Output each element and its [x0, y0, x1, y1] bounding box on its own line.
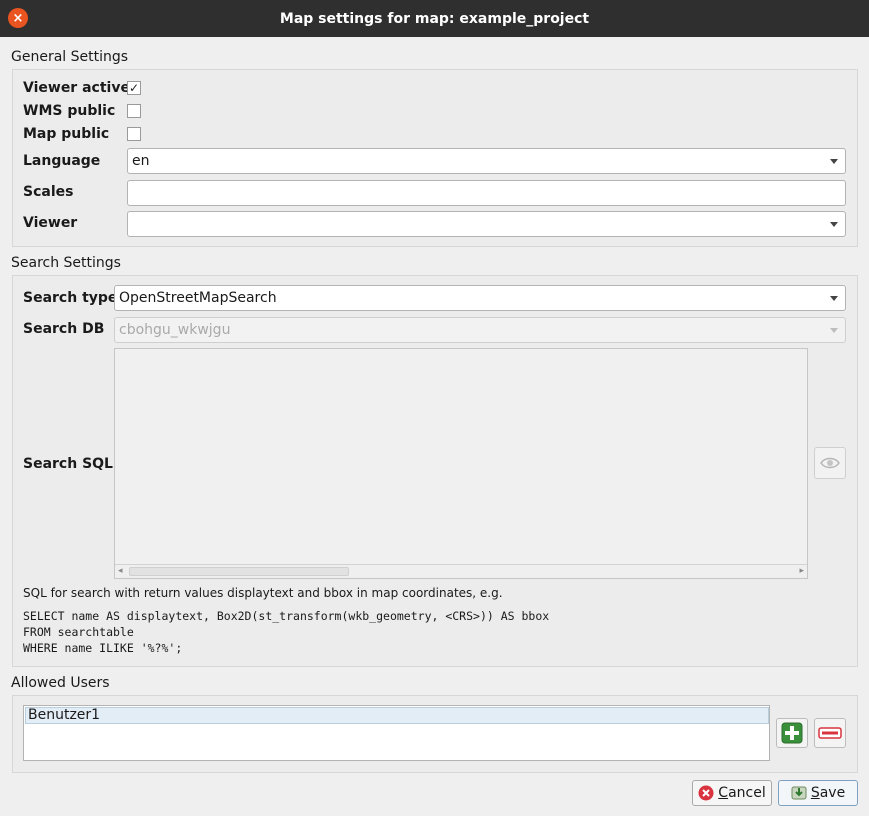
search-type-label: Search type [23, 290, 118, 306]
language-select[interactable]: en [127, 148, 846, 174]
example-line: SELECT name AS displaytext, Box2D(st_tra… [23, 609, 550, 623]
search-sql-hint: SQL for search with return values displa… [23, 586, 503, 600]
example-line: FROM searchtable [23, 625, 134, 639]
viewer-select[interactable] [127, 211, 846, 237]
search-type-select[interactable]: OpenStreetMapSearch [114, 285, 846, 311]
search-sql-example: SELECT name AS displaytext, Box2D(st_tra… [23, 608, 549, 656]
scales-input[interactable] [127, 180, 846, 206]
preview-sql-button[interactable] [814, 447, 846, 479]
language-value: en [132, 153, 150, 169]
remove-user-button[interactable] [814, 718, 846, 748]
allowed-users-list[interactable]: Benutzer1 [23, 705, 770, 761]
scales-label: Scales [23, 184, 74, 200]
search-sql-textarea[interactable]: ◂ ▸ [114, 348, 808, 579]
search-db-select[interactable]: cbohgu_wkwjgu [114, 317, 846, 343]
allowed-users-title: Allowed Users [11, 675, 110, 691]
save-icon [791, 786, 807, 800]
close-icon: × [12, 10, 24, 26]
chevron-down-icon [830, 222, 838, 227]
save-label: Save [810, 785, 846, 801]
search-type-value: OpenStreetMapSearch [119, 290, 277, 306]
add-user-button[interactable] [776, 718, 808, 748]
cancel-label: Cancel [718, 785, 766, 801]
scroll-left-icon[interactable]: ◂ [118, 565, 123, 578]
wms-public-checkbox[interactable] [127, 104, 141, 118]
viewer-label: Viewer [23, 215, 78, 231]
example-line: WHERE name ILIKE '%?%'; [23, 641, 183, 655]
window-title: Map settings for map: example_project [279, 10, 590, 27]
plus-icon [781, 722, 803, 744]
search-sql-label: Search SQL [23, 456, 113, 472]
save-button[interactable]: Save [778, 780, 858, 806]
language-label: Language [23, 153, 101, 169]
wms-public-label: WMS public [23, 103, 116, 119]
cancel-icon [698, 785, 714, 801]
chevron-down-icon [830, 296, 838, 301]
scroll-right-icon[interactable]: ▸ [799, 565, 804, 578]
search-db-label: Search DB [23, 321, 105, 337]
general-settings-title: General Settings [11, 49, 129, 65]
horizontal-scrollbar[interactable]: ◂ ▸ [115, 564, 807, 578]
search-settings-title: Search Settings [11, 255, 121, 271]
close-window-button[interactable]: × [8, 8, 28, 28]
viewer-active-checkbox[interactable]: ✓ [127, 81, 141, 95]
list-item[interactable]: Benutzer1 [25, 707, 769, 724]
title-bar: × Map settings for map: example_project [0, 0, 869, 37]
eye-icon [820, 457, 840, 469]
map-public-label: Map public [23, 126, 110, 142]
cancel-button[interactable]: Cancel [692, 780, 772, 806]
chevron-down-icon [830, 159, 838, 164]
scrollbar-thumb[interactable] [129, 567, 349, 576]
chevron-down-icon [830, 328, 838, 333]
minus-icon [818, 727, 842, 739]
map-public-checkbox[interactable] [127, 127, 141, 141]
search-db-value: cbohgu_wkwjgu [119, 322, 231, 338]
viewer-active-label: Viewer active [23, 80, 130, 96]
